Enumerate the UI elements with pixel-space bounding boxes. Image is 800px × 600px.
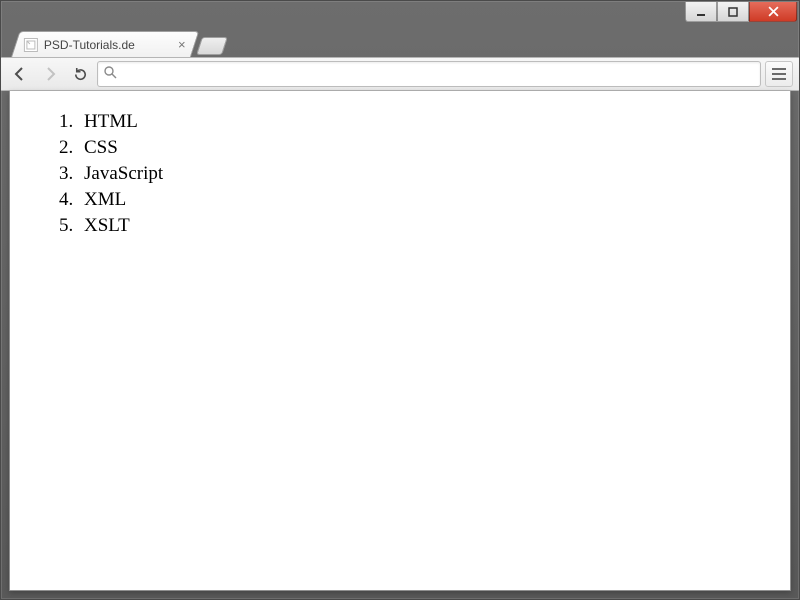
ordered-list: HTML CSS JavaScript XML XSLT [20,109,780,239]
new-tab-button[interactable] [196,37,228,55]
window-close-button[interactable] [749,2,797,22]
window-controls [685,2,797,22]
list-item: XML [78,187,780,213]
list-item: JavaScript [78,161,780,187]
list-item: CSS [78,135,780,161]
tab-strip: PSD-Tutorials.de × [1,29,799,57]
page-favicon-icon [24,38,38,52]
tab-close-icon[interactable]: × [178,38,186,51]
browser-tab[interactable]: PSD-Tutorials.de × [11,31,199,57]
list-item: XSLT [78,213,780,239]
search-icon [104,66,117,82]
address-input[interactable] [123,62,754,86]
back-button[interactable] [7,61,33,87]
list-item: HTML [78,109,780,135]
forward-button[interactable] [37,61,63,87]
page-viewport: HTML CSS JavaScript XML XSLT [9,91,791,591]
reload-button[interactable] [67,61,93,87]
os-titlebar [1,1,799,29]
browser-toolbar [1,57,799,91]
browser-window: PSD-Tutorials.de × HTML [0,0,800,600]
chrome-menu-button[interactable] [765,61,793,87]
address-bar[interactable] [97,61,761,87]
hamburger-icon [772,68,786,70]
tab-title: PSD-Tutorials.de [44,38,172,52]
page-content: HTML CSS JavaScript XML XSLT [10,91,790,257]
maximize-button[interactable] [717,2,749,22]
minimize-button[interactable] [685,2,717,22]
